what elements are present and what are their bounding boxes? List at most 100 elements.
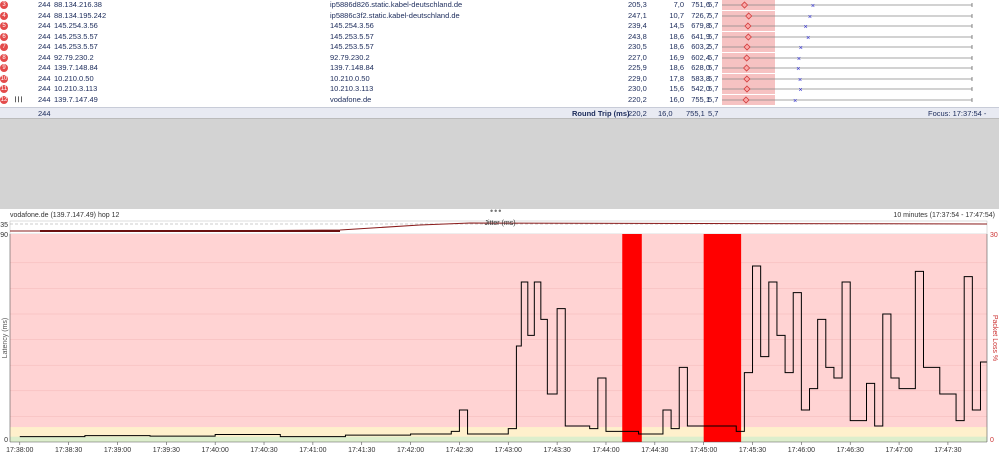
cell-min: 18,6 [669,31,684,41]
y-axis-label: Latency (ms) [2,318,9,358]
cell-min: 17,8 [669,73,684,83]
cell-max: 679,8 [691,21,710,30]
cell-hostname: 145.253.5.57 [330,42,374,51]
y-tick-label: 0 [4,437,8,444]
cell-hostname: 139.7.148.84 [330,63,374,72]
cell-avg: 225,9 [628,63,647,72]
cell-avg: 247,1 [628,10,647,20]
hop-number-badge: 9 [0,64,8,72]
hop-number-badge: 3 [0,1,8,9]
table-row[interactable]: 5 244 145.254.3.56 145.254.3.56 239,4 14,5 679… [0,21,999,32]
x-tick-label: 17:39:00 [104,447,131,453]
svg-text:×: × [793,98,797,105]
x-tick-label: 17:44:00 [592,447,619,453]
cell-max: 628,0 [691,63,710,72]
svg-text:×: × [799,45,803,52]
x-tick-label: 17:43:00 [495,447,522,453]
cell-hostname: vodafone.de [330,94,372,104]
packet-loss-bar [622,234,642,442]
table-row[interactable]: 10 244 10.210.0.50 10.210.0.50 229,0 17,8 583,… [0,73,999,85]
x-tick-label: 17:40:30 [250,447,277,453]
cell-packet-loss: 5,7 [708,63,719,72]
x-tick-label: 17:39:30 [153,447,180,453]
cell-count: 244 [38,84,51,93]
cell-count: 244 [38,42,51,51]
cell-avg: 227,0 [628,52,647,62]
table-row[interactable]: 8 244 92.79.230.2 92.79.230.2 227,0 16,9 602,4… [0,52,999,64]
jitter-label: Jitter (ms) [484,220,515,227]
cell-max: 542,0 [691,84,710,93]
table-row[interactable]: 4 244 88.134.195.242 ip5886c3f2.static.kabe… [0,10,999,22]
cell-packet-loss: 5,7 [708,73,719,83]
cell-count: 244 [38,31,51,41]
x-tick-label: 17:42:00 [397,447,424,453]
cell-ip: 145.254.3.56 [54,21,98,30]
cell-avg: 229,0 [628,73,647,83]
hop-number-badge: 7 [0,43,8,51]
cell-min: 18,6 [669,42,684,51]
cell-avg: 220,2 [628,94,647,104]
x-tick-label: 17:42:30 [446,447,473,453]
svg-text:×: × [811,3,815,10]
latency-range-bar: × [722,31,973,42]
cell-ip: 88.134.195.242 [54,10,107,20]
latency-range-bar: × [722,73,973,84]
hop-number-badge: 10 [0,74,8,83]
svg-text:×: × [796,66,800,73]
cell-avg: 243,8 [628,31,647,41]
cell-max: 751,6 [691,0,710,9]
table-row[interactable]: 9 244 139.7.148.84 139.7.148.84 225,9 18,6 628… [0,63,999,74]
cell-packet-loss: 5,7 [708,84,719,93]
latency-range-bar: × [722,42,973,52]
cell-packet-loss: 5,7 [708,42,719,51]
cell-avg: 230,0 [628,84,647,93]
cell-ip: 88.134.216.38 [54,0,102,9]
svg-text:×: × [804,24,808,31]
cell-min: 7,0 [673,0,684,9]
cell-min: 16,0 [669,94,684,104]
cell-count: 244 [38,21,51,30]
x-tick-label: 17:47:30 [934,447,961,453]
x-tick-label: 17:47:00 [885,447,912,453]
svg-text:×: × [806,35,810,42]
latency-range-bar: × [722,63,973,73]
cell-max: 726,7 [691,10,710,20]
cell-hostname: 10.210.0.50 [330,73,370,83]
svg-text:×: × [798,77,802,84]
cell-max: 583,8 [691,73,710,83]
hop-number-badge: 4 [0,11,8,20]
empty-panel [0,118,999,209]
cell-packet-loss: 5,7 [708,94,719,104]
hop-number-badge: 11 [0,85,8,93]
cell-avg: 230,5 [628,42,647,51]
graph-bars-icon[interactable]: ┃┃┃ [14,95,23,106]
cell-ip: 10.210.3.113 [54,84,98,93]
cell-count: 244 [38,10,51,20]
cell-packet-loss: 5,7 [708,0,719,9]
table-row[interactable]: 7 244 145.253.5.57 145.253.5.57 230,5 18,6 603… [0,42,999,53]
table-row[interactable]: 12 ┃┃┃ 244 139.7.147.49 vodafone.de 220,2 16,0… [0,94,999,106]
table-row[interactable]: 3 244 88.134.216.38 ip5886d826.static.kabel… [0,0,999,11]
latency-range-bar: × [722,0,973,10]
hop-table: 3 244 88.134.216.38 ip5886d826.static.kabel… [0,0,999,107]
cell-count: 244 [38,0,51,9]
cell-packet-loss: 5,7 [708,52,719,62]
table-row[interactable]: 6 244 145.253.5.57 145.253.5.57 243,8 18,6 641… [0,31,999,43]
cell-max: 603,2 [691,42,710,51]
cell-ip: 92.79.230.2 [54,52,94,62]
x-tick-label: 17:38:00 [6,447,33,453]
cell-hostname: 92.79.230.2 [330,52,370,62]
hop-number-badge: 6 [0,32,8,41]
y2-tick-label: 0 [990,437,994,444]
cell-ip: 145.253.5.57 [54,42,98,51]
latency-range-bar: × [722,10,973,21]
x-tick-label: 17:46:30 [837,447,864,453]
cell-packet-loss: 5,7 [708,31,719,41]
cell-max: 602,4 [691,52,710,62]
x-tick-label: 17:43:30 [543,447,570,453]
table-row[interactable]: 11 244 10.210.3.113 10.210.3.113 230,0 15,6 54… [0,84,999,95]
cell-count: 244 [38,94,51,104]
cell-min: 10,7 [669,10,684,20]
x-tick-label: 17:38:30 [55,447,82,453]
latency-chart[interactable]: 35 Jitter (ms) 390 0 30 0 Latency (ms) Packet L… [0,212,999,453]
